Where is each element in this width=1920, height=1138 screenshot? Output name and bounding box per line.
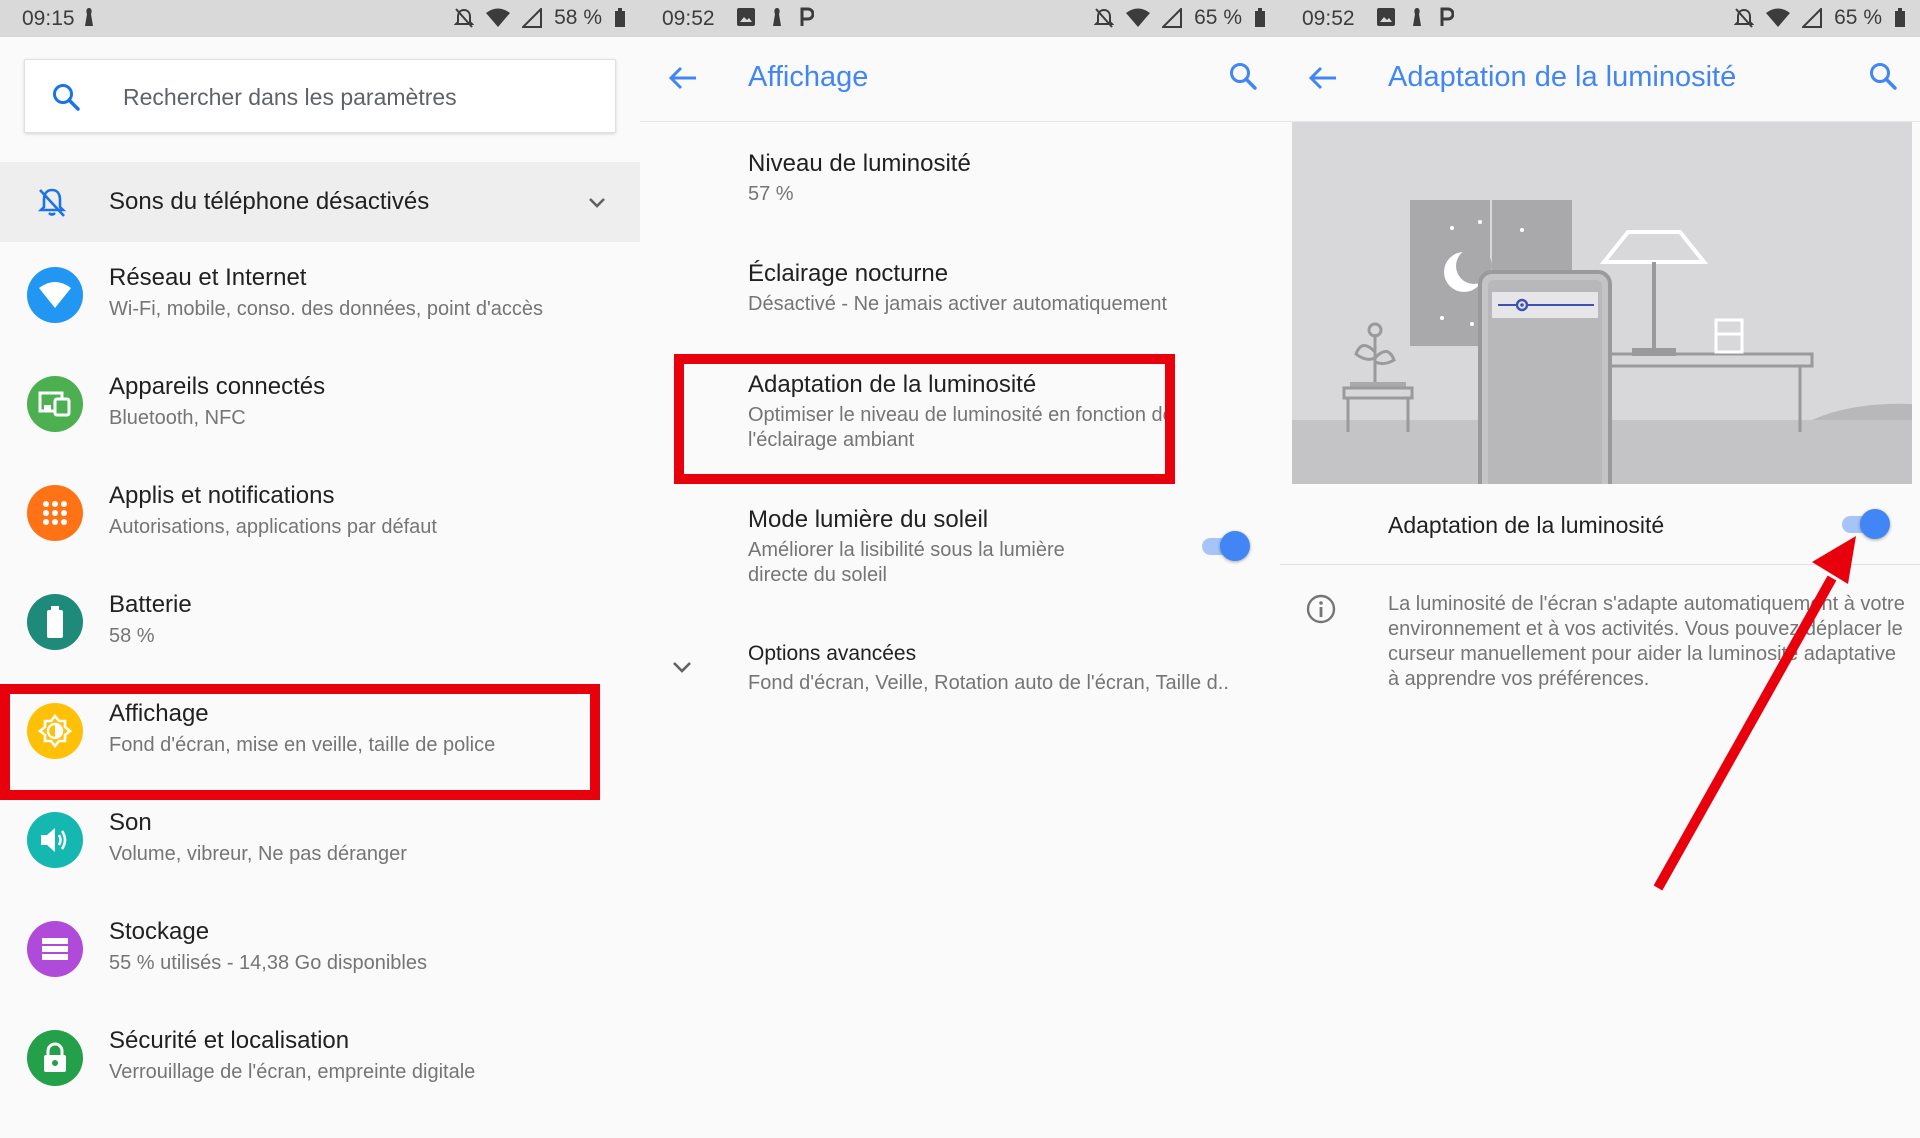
highlight-box	[674, 354, 1175, 484]
pref-subtitle: Fond d'écran, Veille, Rotation auto de l…	[748, 672, 1229, 694]
chevron-down-icon	[670, 656, 694, 683]
battery-percent: 58 %	[554, 6, 602, 29]
settings-item-network[interactable]: Réseau et Internet Wi-Fi, mobile, conso.…	[0, 242, 640, 351]
search-icon	[51, 82, 81, 117]
search-placeholder: Rechercher dans les paramètres	[123, 84, 457, 110]
pref-advanced-options[interactable]: Options avancées Fond d'écran, Veille, R…	[640, 620, 1280, 720]
settings-panel: 09:15 58 % Rechercher dans les paramètre…	[0, 0, 640, 1138]
condition-label: Sons du téléphone désactivés	[109, 188, 430, 215]
lock-icon	[27, 1030, 83, 1086]
annotation-arrow	[1653, 536, 1856, 891]
volume-icon	[27, 812, 83, 868]
toggle-thumb	[1220, 531, 1250, 561]
item-title: Son	[109, 809, 152, 836]
pref-title: Niveau de luminosité	[748, 150, 971, 177]
back-arrow-icon[interactable]	[668, 65, 698, 96]
notification-icon	[770, 6, 784, 28]
app-bar: Affichage	[640, 37, 1280, 122]
image-notification-icon	[736, 7, 756, 27]
item-title: Applis et notifications	[109, 482, 335, 509]
item-subtitle: Autorisations, applications par défaut	[109, 516, 437, 538]
pref-subtitle: Améliorer la lisibilité sous la lumière …	[748, 539, 1065, 586]
pref-title: Éclairage nocturne	[748, 260, 949, 287]
pref-brightness-level[interactable]: Niveau de luminosité 57 %	[640, 122, 1280, 232]
search-bar[interactable]: Rechercher dans les paramètres	[24, 59, 616, 133]
status-time: 09:52	[662, 7, 715, 30]
notification-icon	[82, 6, 96, 28]
battery-status-icon	[1254, 8, 1266, 28]
item-subtitle: Bluetooth, NFC	[109, 407, 246, 429]
pref-title: Mode lumière du soleil	[748, 506, 989, 533]
item-title: Stockage	[109, 918, 210, 945]
pref-subtitle: Désactivé - Ne jamais activer automatiqu…	[748, 293, 1168, 315]
battery-percent: 65 %	[1194, 6, 1242, 29]
item-subtitle: 55 % utilisés - 14,38 Go disponibles	[109, 952, 427, 974]
settings-item-sound[interactable]: Son Volume, vibreur, Ne pas déranger	[0, 787, 640, 896]
sunlight-mode-toggle[interactable]	[1198, 526, 1250, 566]
pref-title: Options avancées	[748, 642, 917, 665]
pref-subtitle: 57 %	[748, 183, 794, 205]
battery-icon	[27, 594, 83, 650]
condition-card[interactable]: Sons du téléphone désactivés	[0, 162, 640, 242]
dnd-bell-off-icon	[1094, 7, 1115, 29]
status-bar: 09:52 65 %	[640, 0, 1280, 37]
display-settings-panel: 09:52 65 % Affichage Niveau de luminosit…	[640, 0, 1280, 1138]
adaptive-brightness-panel: 09:52 65 % Adaptation de la luminosité A…	[1280, 0, 1920, 1138]
apps-icon	[27, 485, 83, 541]
search-icon[interactable]	[1228, 61, 1258, 96]
status-bar: 09:15 58 %	[0, 0, 640, 37]
parking-icon	[798, 6, 814, 28]
chevron-down-icon[interactable]	[586, 192, 608, 219]
battery-status-icon	[614, 8, 626, 28]
settings-item-apps[interactable]: Applis et notifications Autorisations, a…	[0, 460, 640, 569]
status-time: 09:15	[22, 7, 75, 30]
pref-sunlight-mode[interactable]: Mode lumière du soleil Améliorer la lisi…	[640, 490, 1280, 614]
item-title: Appareils connectés	[109, 373, 326, 400]
highlight-box	[0, 684, 600, 800]
page-title: Affichage	[748, 61, 869, 93]
dnd-bell-off-icon	[454, 7, 475, 29]
settings-item-storage[interactable]: Stockage 55 % utilisés - 14,38 Go dispon…	[0, 896, 640, 1005]
settings-item-battery[interactable]: Batterie 58 %	[0, 569, 640, 678]
bell-off-icon	[36, 186, 68, 223]
item-subtitle: Verrouillage de l'écran, empreinte digit…	[109, 1061, 476, 1083]
settings-item-security[interactable]: Sécurité et localisation Verrouillage de…	[0, 1005, 640, 1114]
item-title: Batterie	[109, 591, 192, 618]
item-subtitle: 58 %	[109, 625, 155, 647]
wifi-status-icon	[1126, 8, 1151, 28]
item-subtitle: Wi-Fi, mobile, conso. des données, point…	[109, 298, 544, 320]
item-title: Réseau et Internet	[109, 264, 307, 291]
signal-icon	[522, 8, 543, 28]
signal-icon	[1162, 8, 1183, 28]
wifi-icon	[27, 267, 83, 323]
devices-icon	[27, 376, 83, 432]
wifi-status-icon	[486, 8, 511, 28]
pref-night-light[interactable]: Éclairage nocturne Désactivé - Ne jamais…	[640, 232, 1280, 342]
settings-item-devices[interactable]: Appareils connectés Bluetooth, NFC	[0, 351, 640, 460]
item-title: Sécurité et localisation	[109, 1027, 350, 1054]
storage-icon	[27, 921, 83, 977]
item-subtitle: Volume, vibreur, Ne pas déranger	[109, 843, 407, 865]
